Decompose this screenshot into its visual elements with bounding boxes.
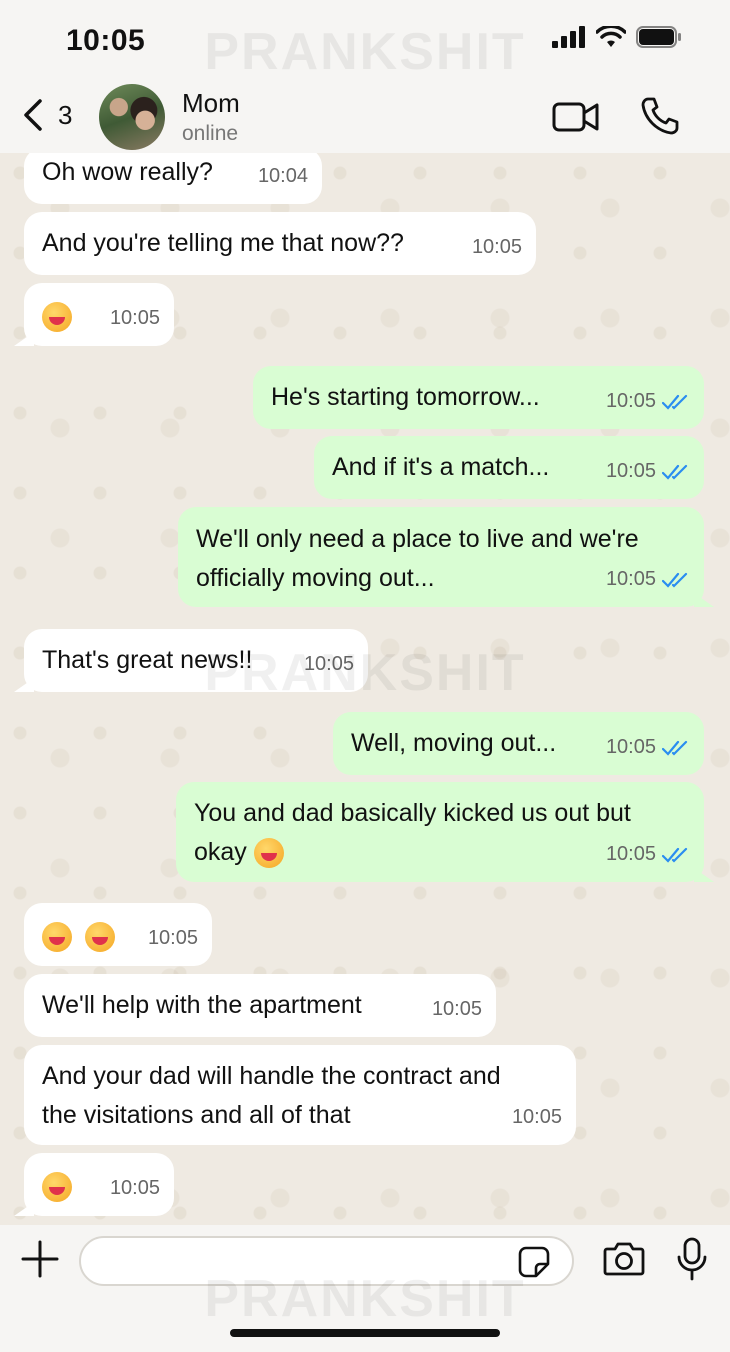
message-time: 10:05: [605, 736, 656, 758]
message-time: 10:05: [147, 927, 198, 949]
voice-call-button[interactable]: [640, 96, 680, 141]
message-bubble-incoming[interactable]: 10:05: [14, 283, 174, 346]
double-check-icon: [662, 464, 688, 480]
message-meta: 10:05: [606, 728, 690, 767]
sticker-icon: [518, 1246, 550, 1278]
message-meta: 10:05: [606, 382, 690, 421]
home-indicator[interactable]: [230, 1329, 500, 1337]
message-bubble-outgoing[interactable]: We'll only need a place to live and we'r…: [178, 507, 714, 607]
message-time: 10:05: [471, 236, 522, 258]
message-time: 10:05: [109, 307, 160, 329]
bubble-tail: [694, 593, 714, 607]
message-bubble-outgoing[interactable]: Well, moving out... 10:05: [333, 712, 704, 775]
message-bubble-incoming[interactable]: And you're telling me that now?? 10:05: [24, 212, 536, 275]
unread-count: 3: [58, 99, 73, 130]
message-bubble-incoming[interactable]: That's great news!! 10:05: [14, 629, 368, 692]
message-text: We'll only need a place to live and we'r…: [196, 525, 639, 553]
message-time: 10:05: [605, 390, 656, 412]
message-time: 10:05: [605, 568, 656, 590]
message-time: 10:05: [511, 1106, 562, 1128]
video-camera-icon: [552, 102, 599, 132]
bubble-tail: [694, 868, 714, 882]
chat-area[interactable]: Oh wow really? 10:04 And you're telling …: [0, 153, 730, 1225]
face-blowing-kiss-emoji: [42, 1172, 72, 1203]
message-meta: 10:05: [606, 560, 690, 599]
message-bubble-incoming[interactable]: 10:05: [24, 903, 212, 966]
message-time: 10:05: [431, 998, 482, 1020]
message-bubble-incoming[interactable]: 10:05: [14, 1153, 174, 1216]
message-meta: 10:05: [606, 835, 690, 874]
signal-icon: [552, 26, 585, 48]
composer-bar: PRANKSHIT: [0, 1225, 730, 1352]
message-time: 10:05: [605, 460, 656, 482]
message-text: We'll help with the apartment: [42, 991, 362, 1019]
battery-icon: [636, 26, 681, 48]
message-time: 10:04: [257, 165, 308, 187]
microphone-icon: [677, 1237, 707, 1281]
bubble-tail: [14, 332, 34, 346]
message-meta: 10:05: [606, 452, 690, 491]
phone-icon: [641, 97, 679, 135]
status-time: 10:05: [66, 24, 146, 57]
message-text: And your dad will handle the contract an…: [42, 1062, 501, 1090]
camera-icon: [603, 1242, 645, 1276]
message-bubble-incoming[interactable]: We'll help with the apartment 10:05: [24, 974, 496, 1037]
message-time: 10:05: [109, 1177, 160, 1199]
microphone-button[interactable]: [676, 1237, 708, 1286]
grinning-sweat-emoji: [84, 922, 115, 953]
bubble-tail: [14, 1202, 34, 1216]
message-bubble-outgoing[interactable]: He's starting tomorrow... 10:05: [253, 366, 704, 429]
double-check-icon: [662, 740, 688, 756]
message-bubble-outgoing[interactable]: You and dad basically kicked us out but …: [176, 782, 714, 882]
wifi-icon: [596, 26, 626, 47]
attach-button[interactable]: [20, 1239, 60, 1284]
message-time: 10:05: [303, 653, 354, 675]
chevron-left-icon: [24, 99, 42, 131]
grinning-sweat-emoji: [42, 922, 72, 953]
double-check-icon: [662, 572, 688, 588]
chat-header: 3 Mom online: [0, 80, 730, 153]
back-button[interactable]: 3: [22, 98, 72, 132]
message-text-line2-text: okay: [194, 838, 247, 866]
message-input[interactable]: [79, 1236, 574, 1286]
avatar[interactable]: [99, 84, 165, 150]
message-bubble-incoming[interactable]: And your dad will handle the contract an…: [24, 1045, 576, 1145]
contact-name[interactable]: Mom: [182, 88, 240, 119]
grinning-face-emoji: [42, 302, 72, 333]
message-text: And you're telling me that now??: [42, 229, 404, 257]
video-call-button[interactable]: [552, 100, 600, 139]
message-bubble-outgoing[interactable]: And if it's a match... 10:05: [314, 436, 704, 499]
message-text: You and dad basically kicked us out but: [194, 799, 631, 827]
status-icons: [552, 26, 682, 48]
double-check-icon: [662, 394, 688, 410]
message-text-line2: the visitations and all of that: [42, 1101, 351, 1129]
plus-icon: [21, 1240, 59, 1278]
sticker-button[interactable]: [518, 1246, 550, 1283]
camera-button[interactable]: [603, 1240, 645, 1281]
message-bubble-incoming[interactable]: Oh wow really? 10:04: [24, 153, 322, 204]
message-time: 10:05: [605, 843, 656, 865]
double-check-icon: [662, 847, 688, 863]
tears-of-joy-emoji: [253, 838, 284, 869]
bubble-tail: [14, 678, 34, 692]
status-bar: 10:05 PRANKSHIT: [0, 0, 730, 81]
contact-status: online: [182, 122, 239, 145]
